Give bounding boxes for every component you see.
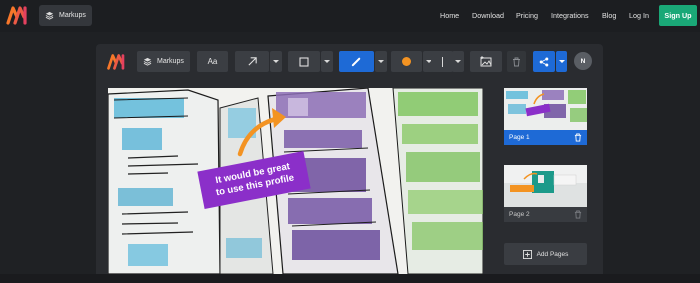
- add-page-icon: [522, 249, 532, 259]
- arrow-tool-button[interactable]: [235, 51, 269, 72]
- markups-workspace-button[interactable]: Markups: [137, 51, 190, 72]
- markup-logo-icon[interactable]: [106, 53, 128, 70]
- nav-download-link[interactable]: Download: [472, 11, 504, 20]
- page-1-label: Page 1: [509, 134, 530, 141]
- color-dot-icon: [402, 57, 411, 66]
- color-picker-button[interactable]: [391, 51, 422, 72]
- nav-login-link[interactable]: Log In: [629, 11, 649, 20]
- rectangle-icon: [299, 56, 309, 67]
- nav-pricing-link[interactable]: Pricing: [516, 11, 538, 20]
- bottom-edge: [0, 274, 700, 283]
- pen-tool-button[interactable]: [339, 51, 374, 72]
- trash-icon[interactable]: [574, 210, 582, 219]
- nav-home-link[interactable]: Home: [440, 11, 459, 20]
- layers-icon: [45, 11, 54, 20]
- page-thumbnail-2[interactable]: Page 2: [504, 165, 587, 222]
- markup-editor: Markups Aa N It would be great to use th…: [96, 44, 603, 283]
- delete-button[interactable]: [507, 51, 526, 72]
- trash-icon: [513, 57, 520, 66]
- workspace-button[interactable]: Markups: [39, 5, 92, 26]
- share-button[interactable]: [533, 51, 555, 72]
- page-1-bar: Page 1: [504, 130, 587, 145]
- sign-up-button[interactable]: Sign Up: [659, 5, 697, 26]
- arrow-tool-dropdown[interactable]: [270, 51, 282, 72]
- nav-blog-link[interactable]: Blog: [602, 11, 616, 20]
- layers-icon: [143, 57, 152, 66]
- share-icon: [539, 57, 549, 66]
- nav-integrations-link[interactable]: Integrations: [551, 11, 589, 20]
- markups-label: Markups: [157, 58, 184, 65]
- insert-image-button[interactable]: [470, 51, 502, 72]
- editor-toolbar: Markups Aa N: [96, 44, 603, 78]
- page-2-preview: [504, 165, 587, 207]
- arrow-icon: [247, 57, 257, 66]
- rectangle-tool-dropdown[interactable]: [321, 51, 333, 72]
- chevron-down-icon: [558, 60, 565, 63]
- line-width-button[interactable]: [431, 51, 453, 72]
- line-width-dropdown[interactable]: [452, 51, 464, 72]
- line-width-icon: [441, 56, 443, 67]
- page-2-label: Page 2: [509, 211, 530, 218]
- markup-canvas[interactable]: It would be great to use this profile: [108, 88, 483, 274]
- chevron-down-icon: [455, 60, 461, 63]
- workspace-label: Markups: [59, 12, 86, 19]
- top-navigation-bar: Markups Home Download Pricing Integratio…: [0, 0, 700, 32]
- text-tool-button[interactable]: Aa: [197, 51, 228, 72]
- image-icon: [480, 56, 492, 67]
- share-dropdown[interactable]: [556, 51, 567, 72]
- page-1-preview: [504, 88, 587, 130]
- pen-tool-dropdown[interactable]: [375, 51, 387, 72]
- chevron-down-icon: [324, 60, 330, 63]
- rectangle-tool-button[interactable]: [288, 51, 320, 72]
- page-thumbnail-1[interactable]: Page 1: [504, 88, 587, 145]
- add-pages-label: Add Pages: [536, 250, 569, 258]
- user-avatar[interactable]: N: [574, 52, 592, 70]
- chevron-down-icon: [378, 60, 384, 63]
- text-tool-label: Aa: [207, 57, 218, 66]
- add-pages-button[interactable]: Add Pages: [504, 243, 587, 265]
- chevron-down-icon: [273, 60, 279, 63]
- pen-icon: [351, 57, 361, 67]
- page-2-bar: Page 2: [504, 207, 587, 222]
- trash-icon[interactable]: [574, 133, 582, 142]
- markup-logo-icon[interactable]: [6, 5, 30, 25]
